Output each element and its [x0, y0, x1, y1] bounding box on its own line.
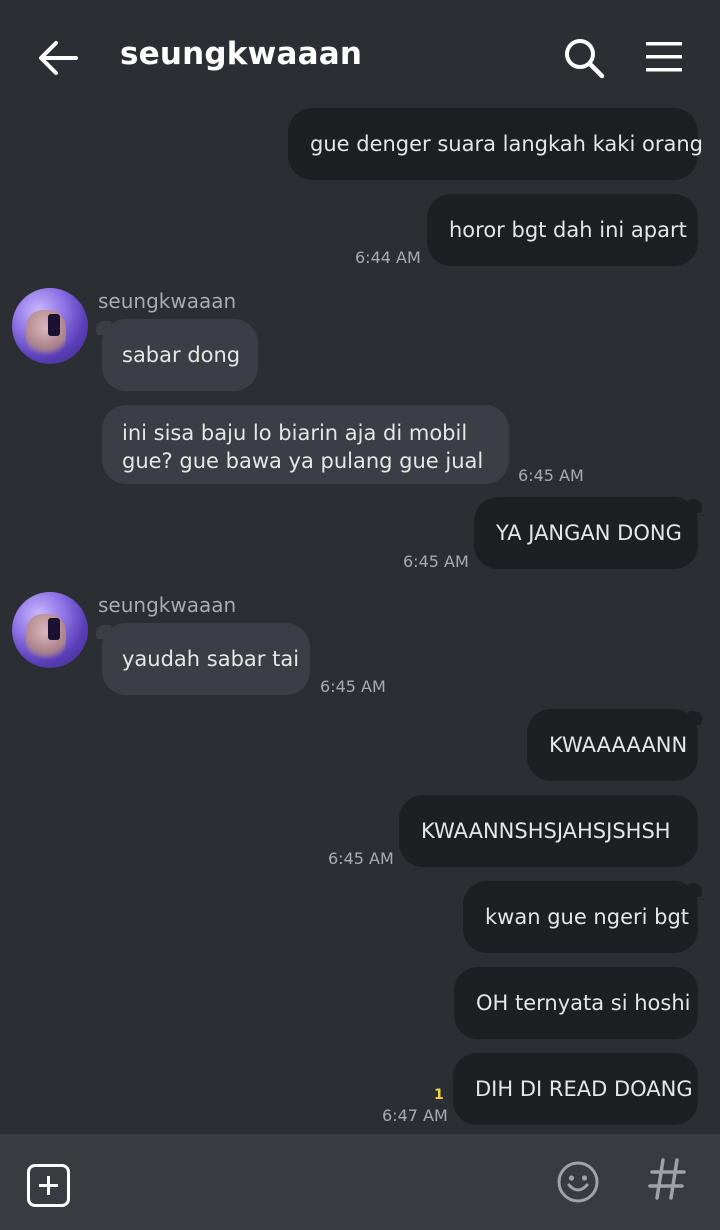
message-bubble-incoming[interactable]: yaudah sabar tai: [102, 623, 310, 695]
message-bubble-incoming[interactable]: sabar dong: [102, 319, 258, 391]
message-text: yaudah sabar tai: [122, 647, 300, 671]
message-timestamp: 6:45 AM: [403, 552, 469, 571]
message-timestamp: 6:45 AM: [518, 466, 584, 485]
message-text-line: ini sisa baju lo biarin aja di mobil: [122, 421, 468, 445]
message-text-line: gue? gue bawa ya pulang gue jual: [122, 449, 484, 473]
arrow-left-icon[interactable]: [36, 38, 80, 78]
message-timestamp: 6:47 AM: [382, 1106, 448, 1125]
hamburger-menu-icon[interactable]: [644, 40, 684, 74]
search-icon[interactable]: [562, 36, 606, 80]
message-text: KWAANNSHSJAHSJSHSH: [421, 819, 671, 843]
avatar[interactable]: [12, 592, 88, 668]
message-text: horor bgt dah ini apart: [449, 218, 687, 242]
message-bubble-outgoing[interactable]: DIH DI READ DOANG: [453, 1053, 698, 1125]
hashtag-icon[interactable]: [647, 1154, 687, 1204]
message-timestamp: 6:45 AM: [328, 849, 394, 868]
smiley-icon[interactable]: [556, 1160, 600, 1204]
message-timestamp: 6:45 AM: [320, 677, 386, 696]
message-bubble-outgoing[interactable]: horor bgt dah ini apart: [427, 194, 698, 266]
chat-header: seungkwaaan: [0, 0, 720, 112]
unread-count-badge: 1: [434, 1087, 444, 1103]
sender-name: seungkwaaan: [98, 593, 237, 617]
avatar[interactable]: [12, 288, 88, 364]
message-text: sabar dong: [122, 343, 241, 367]
message-text: OH ternyata si hoshi: [476, 991, 691, 1015]
message-text: DIH DI READ DOANG: [475, 1077, 693, 1101]
message-bubble-outgoing[interactable]: KWAANNSHSJAHSJSHSH: [399, 795, 698, 867]
message-bubble-outgoing[interactable]: YA JANGAN DONG: [474, 497, 698, 569]
message-bubble-outgoing[interactable]: kwan gue ngeri bgt: [463, 881, 698, 953]
message-bubble-incoming[interactable]: ini sisa baju lo biarin aja di mobil gue…: [102, 405, 509, 484]
message-bubble-outgoing[interactable]: OH ternyata si hoshi: [454, 967, 698, 1039]
message-timestamp: 6:44 AM: [355, 248, 421, 267]
message-bubble-outgoing[interactable]: gue denger suara langkah kaki orang: [288, 108, 703, 180]
message-text: kwan gue ngeri bgt: [485, 905, 690, 929]
message-text: YA JANGAN DONG: [496, 521, 682, 545]
message-text: gue denger suara langkah kaki orang: [310, 132, 703, 156]
message-bubble-outgoing[interactable]: KWAAAAANN: [527, 709, 698, 781]
sender-name: seungkwaaan: [98, 289, 237, 313]
message-text: KWAAAAANN: [549, 733, 688, 757]
chat-title: seungkwaaan: [120, 36, 363, 72]
plus-square-icon[interactable]: [27, 1164, 70, 1207]
input-toolbar: [0, 1134, 720, 1230]
